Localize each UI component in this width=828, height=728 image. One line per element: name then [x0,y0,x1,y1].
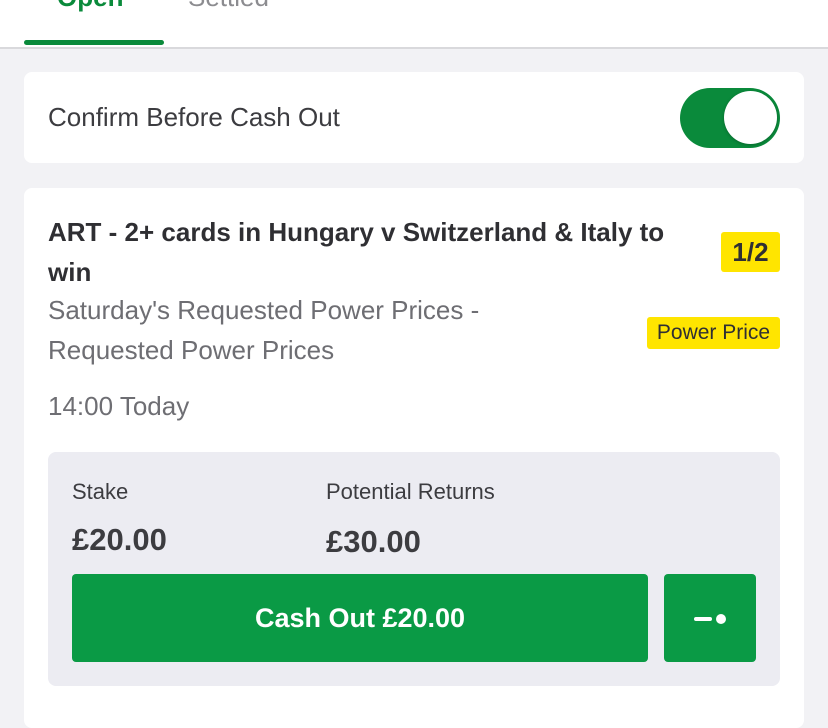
potential-returns-label: Potential Returns [326,479,495,504]
confirm-cashout-label: Confirm Before Cash Out [48,102,340,132]
odds-badge: 1/2 [721,232,780,272]
bet-event-time: 14:00 Today [48,391,190,421]
bet-title: ART - 2+ cards in Hungary v Switzerland … [48,217,665,287]
tab-settled[interactable]: Settled [188,0,269,12]
active-tab-indicator [24,40,164,45]
tab-open[interactable]: Open [57,0,123,12]
potential-returns-value: £30.00 [326,524,421,559]
confirm-cashout-toggle[interactable] [680,88,780,148]
stake-panel: Stake £20.00 Potential Returns £30.00 Ca… [48,452,780,686]
stake-label: Stake [72,479,129,504]
slider-icon [694,614,728,624]
power-price-badge: Power Price [647,317,780,349]
bet-tabs: Open Settled [0,0,828,49]
partial-cashout-button[interactable] [664,574,756,662]
bet-card: ART - 2+ cards in Hungary v Switzerland … [24,188,804,728]
stake-value: £20.00 [72,522,167,557]
cash-out-button[interactable]: Cash Out £20.00 [72,574,648,662]
bet-market-subtitle: Saturday's Requested Power Prices - Requ… [48,295,480,365]
toggle-knob [724,91,777,144]
confirm-cashout-card: Confirm Before Cash Out [24,72,804,163]
